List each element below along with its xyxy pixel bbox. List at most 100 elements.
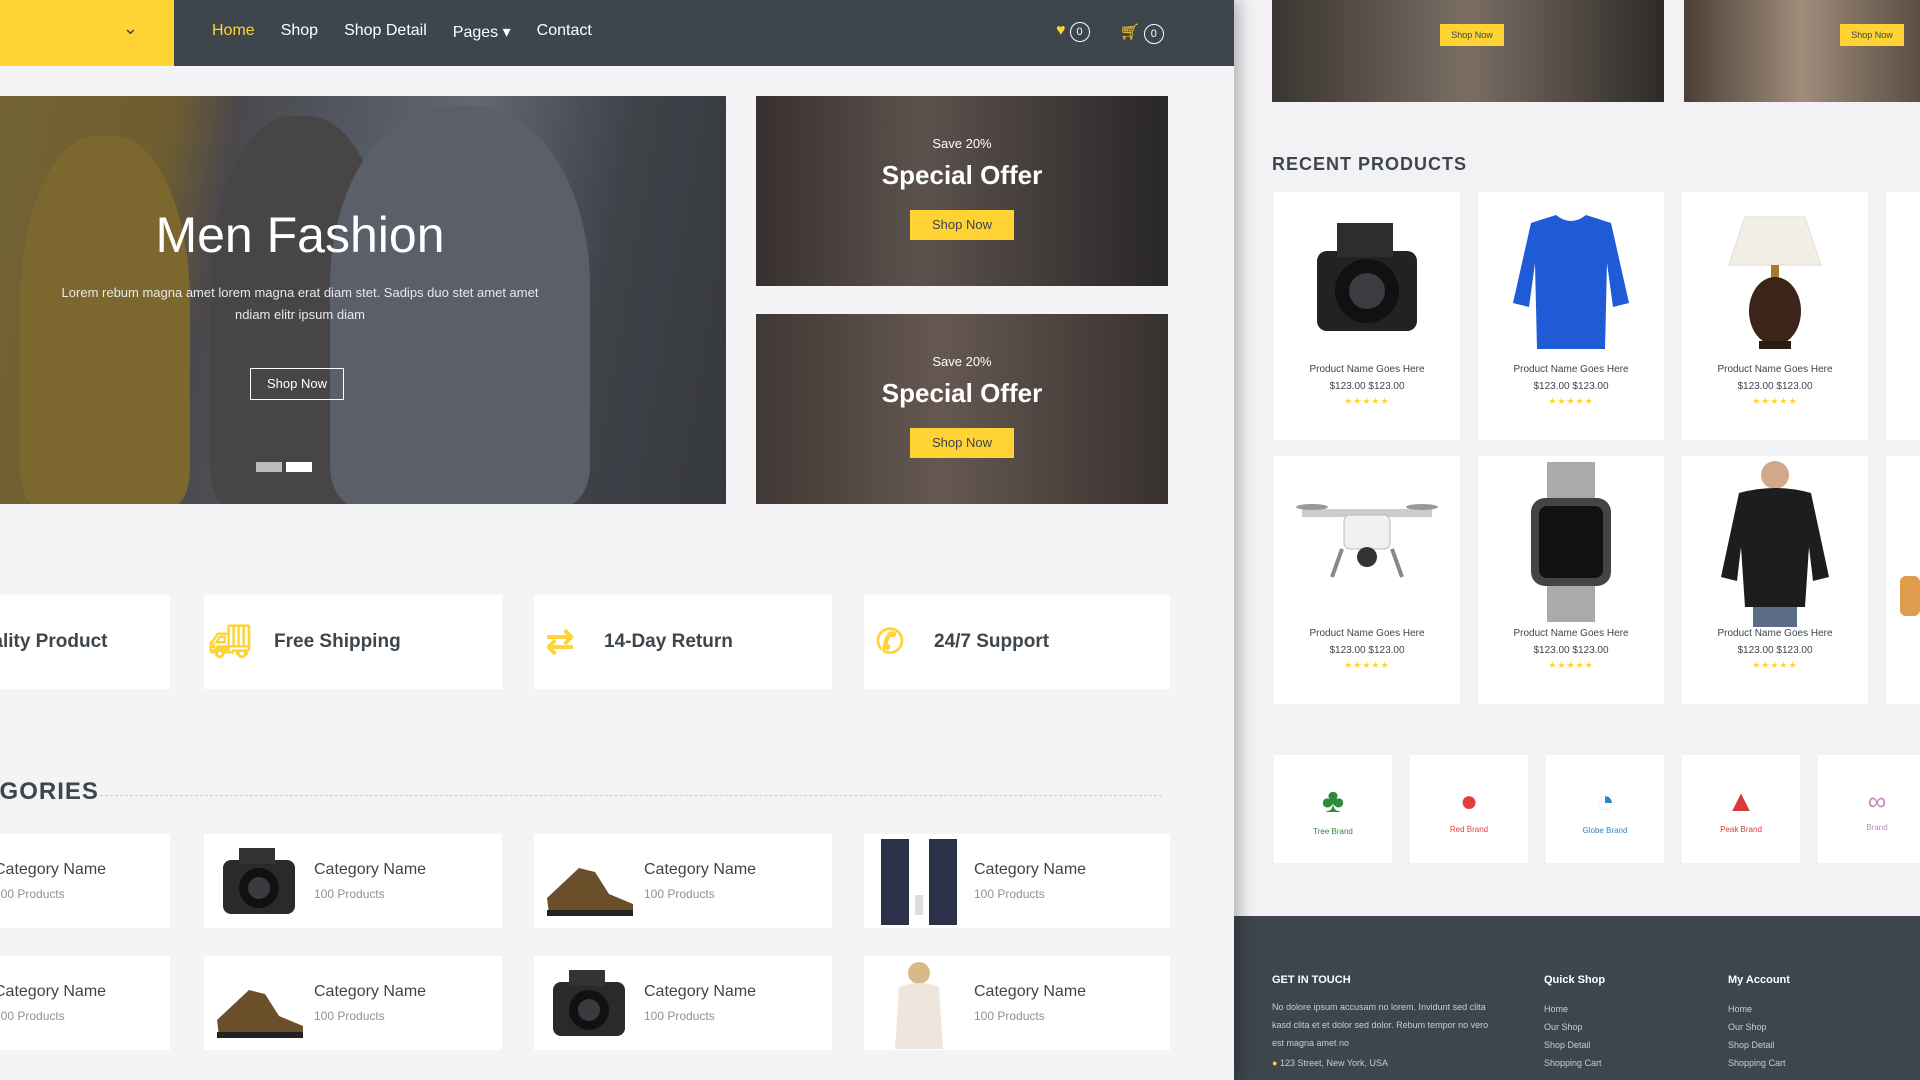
footer-col3-links: Home Our Shop Shop Detail Shopping Cart bbox=[1728, 1000, 1786, 1072]
category-count: 100 Products bbox=[0, 887, 65, 901]
footer-link[interactable]: Our Shop bbox=[1728, 1018, 1786, 1036]
main-page: ⌄ Home Shop Shop Detail Pages ▾ Contact … bbox=[0, 0, 1234, 1080]
footer-link[interactable]: Shop Detail bbox=[1728, 1036, 1786, 1054]
product-card[interactable]: Product Name Goes Here $123.00 $123.00 ★… bbox=[1274, 456, 1460, 704]
map-marker-icon: ● bbox=[1272, 1058, 1278, 1068]
offer-title: Special Offer bbox=[881, 378, 1043, 408]
footer-about-title: GET IN TOUCH bbox=[1272, 974, 1351, 986]
brand-logo[interactable]: ● Red Brand bbox=[1410, 755, 1528, 863]
nav-link-shop-detail[interactable]: Shop Detail bbox=[344, 22, 427, 42]
product-card[interactable]: Product Name Goes Here $123.00 $123.00 ★… bbox=[1682, 456, 1868, 704]
nav-link-contact[interactable]: Contact bbox=[537, 22, 592, 42]
category-name: Category Name bbox=[314, 861, 427, 878]
brand-label: Tree Brand bbox=[1313, 827, 1353, 836]
category-count: 100 Products bbox=[644, 887, 715, 901]
carousel-dot[interactable] bbox=[256, 462, 282, 472]
cart-icon: 🛒︎ bbox=[1119, 24, 1140, 41]
chevron-down-icon: ⌄ bbox=[122, 18, 138, 38]
category-card[interactable]: Category Name 100 Products bbox=[534, 956, 832, 1050]
categories-dropdown[interactable]: ⌄ bbox=[0, 0, 174, 66]
product-card[interactable]: Product Name Goes Here $123.00 $123.00 ★… bbox=[1478, 456, 1664, 704]
cart-count: 0 bbox=[1143, 24, 1164, 44]
feature-label: Quality Product bbox=[0, 631, 108, 652]
offer-shop-now-button[interactable]: Shop Now bbox=[1840, 24, 1904, 46]
heart-icon: ♥ bbox=[1056, 22, 1066, 39]
footer-link[interactable]: Shop Detail bbox=[1544, 1036, 1602, 1054]
product-card-partial[interactable] bbox=[1886, 192, 1920, 440]
product-rating: ★★★★★ bbox=[1344, 660, 1390, 670]
apple-logo-icon: ● bbox=[1459, 784, 1479, 818]
nav-icons: ♥ 0 🛒︎ 0 bbox=[1056, 22, 1164, 44]
camera-icon bbox=[1274, 192, 1460, 364]
cart-button[interactable]: 🛒︎ 0 bbox=[1120, 22, 1164, 44]
footer-link[interactable]: Shopping Cart bbox=[1728, 1054, 1786, 1072]
footer-link[interactable]: Shopping Cart bbox=[1544, 1054, 1602, 1072]
brand-label: Globe Brand bbox=[1582, 826, 1628, 835]
offer-shop-now-button[interactable]: Shop Now bbox=[1440, 24, 1504, 46]
product-rating: ★★★★★ bbox=[1752, 660, 1798, 670]
footer-address-text: 123 Street, New York, USA bbox=[1279, 1058, 1389, 1068]
jacket-icon bbox=[1682, 456, 1868, 628]
product-card[interactable]: Product Name Goes Here $123.00 $123.00 ★… bbox=[1478, 192, 1664, 440]
recent-products-heading: RECENT PRODUCTS bbox=[1272, 154, 1468, 174]
product-price: $123.00 $123.00 bbox=[1533, 381, 1609, 392]
swirl-logo-icon: ∞ bbox=[1867, 786, 1887, 816]
feature-24-7-support: ✆ 24/7 Support bbox=[864, 595, 1170, 689]
category-card[interactable]: Category Name 100 Products bbox=[864, 956, 1170, 1050]
feature-quality-product: Quality Product bbox=[0, 595, 170, 689]
brand-logo[interactable]: ∞ Brand bbox=[1818, 755, 1920, 863]
category-card[interactable]: Category Name 100 Products bbox=[204, 956, 502, 1050]
footer-address: ● 123 Street, New York, USA bbox=[1272, 1054, 1502, 1072]
category-count: 100 Products bbox=[314, 1009, 385, 1023]
product-name: Product Name Goes Here bbox=[1513, 364, 1629, 375]
nav-link-pages[interactable]: Pages ▾ bbox=[453, 22, 511, 42]
category-card[interactable]: Category Name 100 Products bbox=[0, 834, 170, 928]
carousel-dot-active[interactable] bbox=[286, 462, 312, 472]
footer-col2-title: Quick Shop bbox=[1544, 974, 1606, 986]
wishlist-button[interactable]: ♥ 0 bbox=[1056, 22, 1090, 44]
feature-label: Free Shipping bbox=[274, 631, 401, 652]
product-card-partial[interactable] bbox=[1886, 456, 1920, 704]
hero-carousel[interactable]: Men Fashion Lorem rebum magna amet lorem… bbox=[0, 96, 726, 504]
product-card[interactable]: Product Name Goes Here $123.00 $123.00 ★… bbox=[1274, 192, 1460, 440]
product-name: Product Name Goes Here bbox=[1513, 628, 1629, 639]
product-price: $123.00 $123.00 bbox=[1533, 645, 1609, 656]
nav-link-shop[interactable]: Shop bbox=[281, 22, 318, 42]
category-card[interactable]: Category Name 100 Products bbox=[0, 956, 170, 1050]
hero-shop-now-button[interactable]: Shop Now bbox=[250, 368, 344, 400]
brand-logo[interactable]: ▲ Peak Brand bbox=[1682, 755, 1800, 863]
category-card[interactable]: Category Name 100 Products bbox=[864, 834, 1170, 928]
category-name: Category Name bbox=[974, 861, 1087, 878]
product-name: Product Name Goes Here bbox=[1309, 364, 1425, 375]
offer-banner-top-2: Shop Now bbox=[1684, 0, 1920, 102]
feature-14-day-return: ⇄ 14-Day Return bbox=[534, 595, 832, 689]
heading-divider bbox=[100, 795, 1162, 796]
jeans-icon bbox=[864, 834, 974, 928]
nav-link-home[interactable]: Home bbox=[212, 22, 255, 42]
category-count: 100 Products bbox=[644, 1009, 715, 1023]
wishlist-count: 0 bbox=[1069, 22, 1090, 42]
footer-link[interactable]: Home bbox=[1728, 1000, 1786, 1018]
category-count: 100 Products bbox=[974, 1009, 1045, 1023]
feature-label: 14-Day Return bbox=[604, 631, 733, 652]
peak-logo-icon: ▲ bbox=[1726, 784, 1756, 818]
category-card[interactable]: Category Name 100 Products bbox=[204, 834, 502, 928]
brand-logo[interactable]: ♣ Tree Brand bbox=[1274, 755, 1392, 863]
shoes-icon bbox=[534, 834, 644, 928]
product-name: Product Name Goes Here bbox=[1717, 628, 1833, 639]
footer-link[interactable]: Home bbox=[1544, 1000, 1602, 1018]
footer-link[interactable]: Our Shop bbox=[1544, 1018, 1602, 1036]
product-price: $123.00 $123.00 bbox=[1737, 381, 1813, 392]
product-card[interactable]: Product Name Goes Here $123.00 $123.00 ★… bbox=[1682, 192, 1868, 440]
category-name: Category Name bbox=[644, 983, 757, 1000]
product-price: $123.00 $123.00 bbox=[1329, 645, 1405, 656]
brand-logo[interactable]: ◔ Globe Brand bbox=[1546, 755, 1664, 863]
offer-shop-now-button[interactable]: Shop Now bbox=[910, 428, 1014, 458]
category-count: 100 Products bbox=[0, 1009, 65, 1023]
offer-shop-now-button[interactable]: Shop Now bbox=[910, 210, 1014, 240]
nav-link-pages-label: Pages bbox=[452, 24, 499, 41]
category-count: 100 Products bbox=[314, 887, 385, 901]
offer-subtitle: Save 20% bbox=[932, 136, 992, 151]
category-card[interactable]: Category Name 100 Products bbox=[534, 834, 832, 928]
sweater-icon bbox=[1478, 192, 1664, 364]
